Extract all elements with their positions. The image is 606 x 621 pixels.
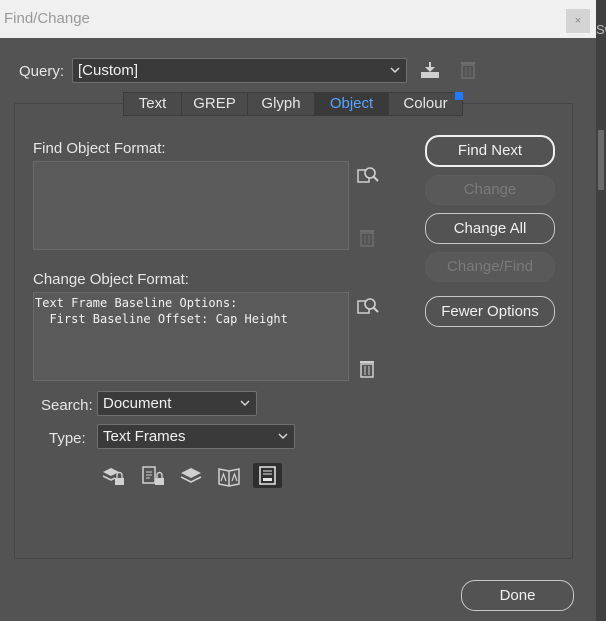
change-all-button[interactable]: Change All: [425, 213, 555, 244]
clear-change-format-icon[interactable]: [358, 359, 376, 379]
search-value: Document: [103, 395, 172, 412]
hidden-layers-icon[interactable]: [179, 466, 203, 486]
master-pages-icon[interactable]: [217, 465, 241, 487]
query-dropdown[interactable]: [Custom]: [72, 58, 407, 83]
locked-stories-icon[interactable]: [141, 465, 167, 487]
query-value: [Custom]: [78, 62, 139, 79]
footnotes-toggle[interactable]: [253, 463, 282, 488]
chevron-down-icon: [390, 67, 400, 73]
tab-glyph[interactable]: Glyph: [248, 92, 315, 116]
tab-indicator-dot: [455, 92, 463, 100]
fewer-options-button[interactable]: Fewer Options: [425, 296, 555, 327]
specify-change-format-icon[interactable]: [357, 296, 379, 316]
type-value: Text Frames: [103, 428, 186, 445]
find-next-button[interactable]: Find Next: [425, 135, 555, 167]
type-label: Type:: [49, 430, 86, 447]
delete-query-icon[interactable]: [459, 60, 477, 80]
chevron-down-icon: [278, 433, 288, 439]
background-panel: Sw: [596, 0, 606, 621]
change-find-button[interactable]: Change/Find: [425, 252, 555, 282]
search-label: Search:: [41, 397, 93, 414]
done-button[interactable]: Done: [461, 580, 574, 611]
footnotes-icon: [259, 466, 276, 485]
window-title: Find/Change: [4, 10, 90, 27]
tab-bar: Text GREP Glyph Object Colour: [123, 92, 463, 116]
type-dropdown[interactable]: Text Frames: [97, 424, 295, 449]
find-format-text: [34, 162, 348, 164]
change-button[interactable]: Change: [425, 175, 555, 205]
query-label: Query:: [19, 63, 65, 80]
change-format-text: Text Frame Baseline Options: First Basel…: [35, 296, 288, 326]
search-dropdown[interactable]: Document: [97, 391, 257, 416]
find-format-box[interactable]: [33, 161, 349, 250]
title-bar: Find/Change ×: [0, 0, 596, 38]
background-scrollbar: [598, 130, 604, 190]
find-format-label: Find Object Format:: [33, 140, 166, 157]
tab-colour[interactable]: Colour: [389, 92, 463, 116]
specify-find-format-icon[interactable]: [357, 165, 379, 185]
change-format-box[interactable]: Text Frame Baseline Options: First Basel…: [33, 292, 349, 381]
tab-text[interactable]: Text: [123, 92, 182, 116]
close-button[interactable]: ×: [566, 9, 590, 33]
chevron-down-icon: [240, 400, 250, 406]
clear-find-format-icon[interactable]: [358, 228, 376, 248]
tab-grep[interactable]: GREP: [182, 92, 248, 116]
change-format-label: Change Object Format:: [33, 271, 189, 288]
background-panel-label: Sw: [596, 22, 606, 37]
save-query-icon[interactable]: [419, 60, 441, 80]
tab-object[interactable]: Object: [315, 92, 389, 116]
locked-layers-icon[interactable]: [101, 465, 127, 487]
